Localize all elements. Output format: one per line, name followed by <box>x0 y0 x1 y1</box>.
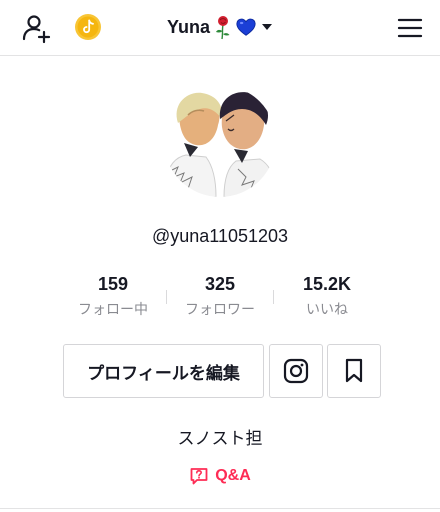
profile-handle: @yuna11051203 <box>151 226 289 246</box>
instagram-icon <box>283 358 309 384</box>
stat-followers[interactable]: 325 フォロワー <box>170 272 270 321</box>
tiktok-coin-icon[interactable] <box>74 13 102 41</box>
top-bar: Yuna <box>0 0 440 56</box>
edit-profile-button[interactable]: プロフィールを編集 <box>63 344 264 398</box>
qa-label: Q&A <box>215 467 251 484</box>
stat-following-label: フォロー中 <box>78 302 148 318</box>
question-chat-icon <box>190 468 208 485</box>
stat-likes-value: 15.2K <box>302 274 352 294</box>
bookmark-button[interactable] <box>327 344 381 398</box>
rose-icon <box>216 16 230 40</box>
stat-likes[interactable]: 15.2K いいね <box>277 272 377 321</box>
instagram-button[interactable] <box>269 344 323 398</box>
header-username: Yuna <box>166 16 210 37</box>
account-switcher[interactable]: Yuna <box>150 11 290 43</box>
stat-followers-value: 325 <box>204 274 236 294</box>
stat-likes-label: いいね <box>306 302 348 318</box>
stat-divider <box>273 290 274 304</box>
profile-avatar[interactable] <box>164 85 276 197</box>
bookmark-icon <box>345 358 363 383</box>
qa-link[interactable]: Q&A <box>0 466 440 486</box>
caret-down-icon <box>262 24 272 30</box>
stat-followers-label: フォロワー <box>185 302 255 318</box>
stat-divider <box>166 290 167 304</box>
add-user-icon[interactable] <box>20 12 52 44</box>
avatar-photo <box>164 85 276 197</box>
bottom-divider <box>0 508 440 509</box>
blue-heart-icon <box>236 18 256 36</box>
hamburger-menu-icon[interactable] <box>396 14 424 42</box>
stat-following[interactable]: 159 フォロー中 <box>63 272 163 321</box>
stat-following-value: 159 <box>97 274 129 294</box>
profile-bio: スノスト担 <box>177 429 263 449</box>
